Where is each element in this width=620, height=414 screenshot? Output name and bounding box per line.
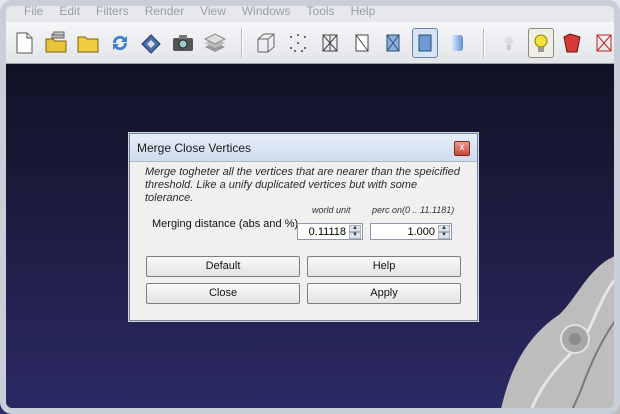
color-mode-button[interactable] [560,28,586,58]
snapshot-camera-icon [173,34,194,51]
menu-file[interactable]: File [0,4,51,18]
extra-render-button[interactable] [591,28,617,58]
bbox-render-button[interactable] [254,28,280,58]
points-render-button[interactable] [285,28,311,58]
percent-distance-spinbox[interactable]: 1.000 ▲ ▼ [370,223,452,240]
dialog-description: Merge togheter all the vertices that are… [145,166,460,204]
open-project-button[interactable] [43,28,69,58]
layers-icon [203,32,226,52]
extra-icon [596,34,612,51]
snapshot-button[interactable] [170,28,196,58]
color-icon [563,32,582,52]
open-folder-icon [77,36,99,52]
menu-help[interactable]: Help [343,4,384,18]
percent-unit-label: perc on(0 .. 11.1181) [372,205,455,215]
hidden-lines-icon [355,34,369,51]
flat-lines-render-button[interactable] [381,28,407,58]
new-document-icon [16,32,33,53]
percent-distance-value: 1.000 [407,226,435,238]
toolbar-separator [240,27,243,58]
points-icon [290,33,307,52]
world-unit-label: world unit [312,205,351,215]
wireframe-render-button[interactable] [317,28,343,58]
spin-down-icon[interactable]: ▼ [349,232,361,239]
menu-edit[interactable]: Edit [51,4,88,18]
close-button[interactable]: Close [146,283,300,304]
merge-close-vertices-dialog: Merge Close Vertices x Merge togheter al… [129,133,478,321]
dialog-title: Merge Close Vertices [137,140,252,155]
abs-distance-value: 0.11118 [308,226,346,238]
flat-icon [418,34,432,51]
menu-tools[interactable]: Tools [299,4,343,18]
abs-distance-spinbox[interactable]: 0.11118 ▲ ▼ [297,223,363,240]
toolbar [0,22,620,64]
smooth-render-button[interactable] [444,28,470,58]
open-project-icon [45,31,67,52]
help-button[interactable]: Help [307,256,461,277]
merging-distance-label: Merging distance (abs and %) [152,218,299,230]
dialog-titlebar: Merge Close Vertices [130,134,477,162]
menu-view[interactable]: View [192,4,234,18]
wireframe-icon [322,34,338,51]
reload-button[interactable] [107,28,133,58]
texture-icon [504,36,513,50]
menu-render[interactable]: Render [137,4,192,18]
flat-render-button[interactable] [412,27,439,58]
reload-icon [112,35,127,50]
apply-button[interactable]: Apply [307,283,461,304]
menu-filters[interactable]: Filters [88,4,137,18]
spin-up-icon[interactable]: ▲ [438,225,450,232]
open-folder-button[interactable] [75,28,101,58]
new-document-button[interactable] [12,28,38,58]
spin-up-icon[interactable]: ▲ [349,225,361,232]
flat-lines-icon [386,34,400,51]
hidden-lines-render-button[interactable] [349,28,375,58]
menu-bar: File Edit Filters Render View Windows To… [0,0,620,23]
mesh-model [500,254,620,414]
texture-button[interactable] [496,28,522,58]
menu-windows[interactable]: Windows [234,4,299,18]
smooth-icon [451,34,464,51]
default-button[interactable]: Default [146,256,300,277]
save-button[interactable] [139,28,165,58]
light-icon [534,34,548,52]
save-icon [141,33,162,54]
close-icon[interactable]: x [454,141,470,156]
layers-button[interactable] [202,28,228,58]
bbox-icon [257,33,275,52]
light-toggle-button[interactable] [527,27,554,58]
spin-down-icon[interactable]: ▼ [438,232,450,239]
toolbar-separator [483,27,485,58]
